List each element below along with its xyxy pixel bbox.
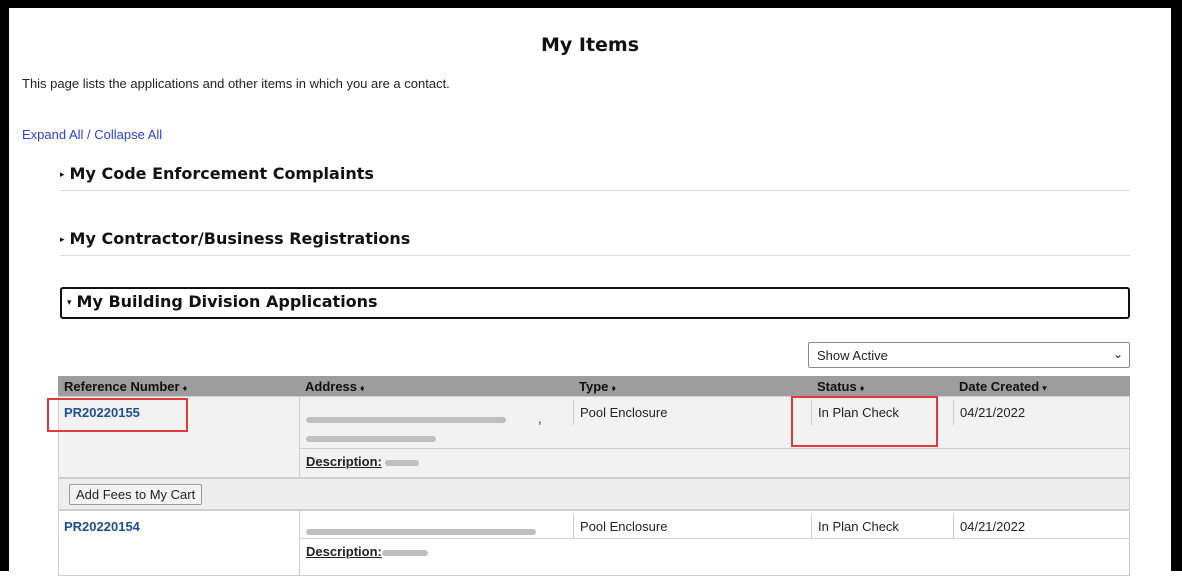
add-fees-to-cart-button[interactable]: Add Fees to My Cart [69, 484, 203, 505]
section-label: My Building Division Applications [76, 292, 378, 311]
filter-selected-value: Show Active [817, 348, 888, 363]
expand-collapse-all-link[interactable]: Expand All / Collapse All [22, 127, 162, 142]
section-label: My Code Enforcement Complaints [69, 164, 374, 183]
type-cell: Pool Enclosure [573, 514, 811, 539]
caret-down-icon: ▾ [67, 298, 72, 308]
page-intro: This page lists the applications and oth… [22, 76, 450, 91]
column-header-date-created[interactable]: Date Created ▾ [953, 376, 1130, 396]
sort-icon: ♦ [611, 383, 616, 393]
section-building-division-applications[interactable]: ▾ My Building Division Applications [60, 287, 1130, 319]
description-label: Description: [306, 544, 382, 559]
window-frame-left [0, 0, 9, 571]
page-title: My Items [540, 34, 640, 56]
applications-table: Reference Number ♦ Address ♦ Type ♦ Status ♦… [47, 376, 1130, 576]
table-row-actions [58, 478, 1130, 510]
description-label: Description: [306, 454, 382, 469]
type-cell: Pool Enclosure [573, 400, 811, 425]
column-header-reference-number[interactable]: Reference Number ♦ [58, 376, 299, 396]
address-cell: , [299, 396, 573, 448]
annotation-highlight-status [791, 396, 938, 447]
sort-icon: ♦ [360, 383, 365, 393]
date-created-cell: 04/21/2022 [953, 514, 1130, 539]
date-created-cell: 04/21/2022 [953, 400, 1130, 425]
column-header-address[interactable]: Address ♦ [299, 376, 573, 396]
address-cell [299, 510, 573, 538]
sort-icon: ♦ [182, 383, 188, 393]
address-redacted [306, 430, 567, 445]
description-cell: Description: [299, 538, 1130, 576]
window-frame-right [1171, 0, 1182, 571]
status-filter-select[interactable]: Show Active ⌄ [808, 342, 1130, 368]
chevron-down-icon: ⌄ [1112, 347, 1123, 361]
status-cell: In Plan Check [811, 514, 953, 539]
window-frame-top [0, 0, 1182, 8]
address-redacted: , [306, 411, 567, 426]
sort-desc-icon: ▾ [1042, 383, 1047, 393]
reference-link[interactable]: PR20220154 [64, 519, 140, 534]
section-code-enforcement-complaints[interactable]: ▸ My Code Enforcement Complaints [60, 164, 1130, 191]
section-contractor-business-registrations[interactable]: ▸ My Contractor/Business Registrations [60, 229, 1130, 256]
reference-cell: PR20220154 [58, 514, 299, 539]
address-redacted [306, 523, 567, 538]
column-header-type[interactable]: Type ♦ [573, 376, 811, 396]
caret-right-icon: ▸ [60, 235, 65, 245]
sort-icon: ♦ [859, 383, 865, 393]
column-header-status[interactable]: Status ♦ [811, 376, 953, 396]
section-label: My Contractor/Business Registrations [69, 229, 411, 248]
annotation-highlight-reference [47, 398, 188, 432]
description-cell: Description: [299, 448, 1130, 478]
caret-right-icon: ▸ [60, 170, 65, 180]
